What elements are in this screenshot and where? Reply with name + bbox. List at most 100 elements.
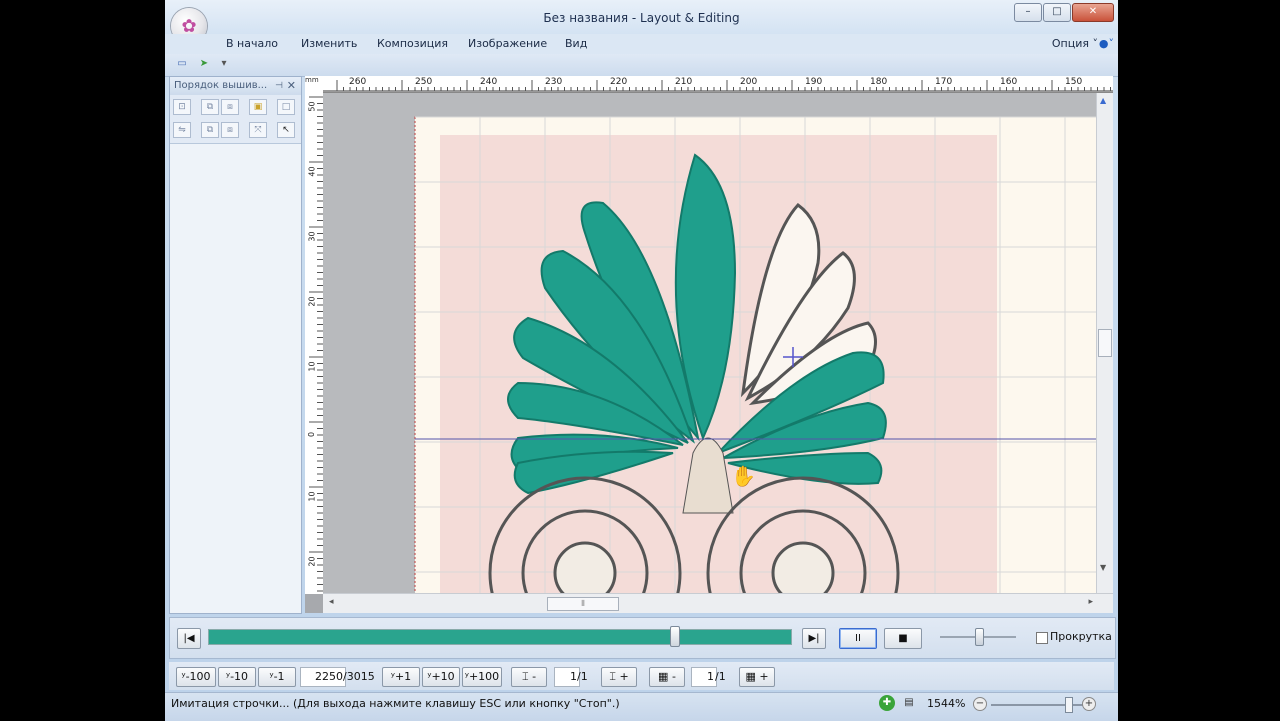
- arrow-icon[interactable]: ➤: [197, 58, 211, 70]
- scroll-thumb-horizontal[interactable]: ⦀: [547, 597, 619, 611]
- zoom-fit-icon[interactable]: ⊡: [173, 99, 191, 115]
- tab-edit[interactable]: Изменить: [301, 37, 357, 50]
- panel-toolbar: ⊡ ⧉ ⧈ ▣ □ ⇋ ⧉ ⧈ ⤧ ↖: [170, 95, 301, 144]
- grid-icon: ▦: [658, 670, 669, 683]
- zoom-out-icon[interactable]: −: [973, 697, 987, 711]
- window-icon[interactable]: ▭: [175, 58, 189, 70]
- frame-icon: ⌶: [609, 670, 616, 683]
- minimize-button[interactable]: –: [1014, 3, 1042, 22]
- ruler-top: 260 250 240 230 220 210 200 190 180 170 …: [323, 76, 1113, 93]
- step-plus-100-button[interactable]: ʸ+100: [462, 667, 502, 687]
- ruler-label: 240: [480, 77, 498, 87]
- step-toolbar: ʸ-100 ʸ-10 ʸ-1 2250 /3015 ʸ+1 ʸ+10 ʸ+100…: [169, 662, 1114, 690]
- quick-access-toolbar: ▭ ➤ ▾: [165, 54, 1118, 77]
- ruler-label: 210: [675, 77, 693, 87]
- embroidery-view[interactable]: ✋: [323, 93, 1097, 594]
- tab-image[interactable]: Изображение: [468, 37, 547, 50]
- block-prev-button[interactable]: ▦ -: [649, 667, 685, 687]
- hand-cursor-icon: ✋: [731, 464, 756, 488]
- option-menu[interactable]: Опция ˅: [1052, 37, 1098, 50]
- progress-track[interactable]: [208, 629, 792, 645]
- sort-icon[interactable]: ⇋: [173, 122, 191, 138]
- tab-home[interactable]: В начало: [226, 37, 278, 50]
- sewing-order-panel: Порядок вышив... ⊣ ✕ ⊡ ⧉ ⧈ ▣ □ ⇋ ⧉ ⧈ ⤧ ↖: [169, 76, 302, 614]
- zoom-slider-thumb[interactable]: [1065, 697, 1073, 713]
- help-icon[interactable]: ●˅: [1099, 37, 1114, 50]
- ruler-label: 260: [349, 77, 367, 87]
- maximize-button[interactable]: □: [1043, 3, 1071, 22]
- tab-layout[interactable]: Композиция: [377, 37, 448, 50]
- progress-fill: [209, 630, 675, 644]
- ruler-corner: mm: [305, 76, 324, 93]
- scroll-checkbox[interactable]: [1036, 632, 1048, 644]
- ruler-label: 160: [1000, 77, 1018, 87]
- stop-button[interactable]: ■: [884, 628, 922, 649]
- step-plus-10-button[interactable]: ʸ+10: [422, 667, 460, 687]
- vertical-scrollbar[interactable]: ▲ ▼: [1096, 93, 1113, 594]
- status-message: Имитация строчки... (Для выхода нажмите …: [171, 697, 620, 710]
- skip-end-icon: ▶|: [808, 633, 820, 644]
- go-to-start-button[interactable]: |◀: [177, 628, 201, 649]
- page-icon[interactable]: ▤: [901, 695, 917, 711]
- embroidery-design: ✋: [414, 116, 1097, 594]
- blank-icon[interactable]: □: [277, 99, 295, 115]
- scroll-right-icon[interactable]: ▸: [1088, 597, 1093, 607]
- ruler-label: 190: [805, 77, 823, 87]
- step-minus-100-button[interactable]: ʸ-100: [176, 667, 216, 687]
- select-arrow-icon[interactable]: ↖: [277, 122, 295, 138]
- color-prev-button[interactable]: ⌶ -: [511, 667, 547, 687]
- tab-view[interactable]: Вид: [565, 37, 587, 50]
- lock-icon[interactable]: ▣: [249, 99, 267, 115]
- speed-slider-thumb[interactable]: [975, 628, 984, 646]
- scroll-thumb[interactable]: [1098, 329, 1112, 357]
- ruler-label: 200: [740, 77, 758, 87]
- ruler-label: 30: [307, 231, 317, 242]
- frame-icon: ⌶: [521, 670, 529, 683]
- design-center-icon[interactable]: ✚: [879, 695, 895, 711]
- block-current-field[interactable]: 1: [691, 667, 717, 687]
- pause-icon: II: [855, 633, 861, 644]
- grid-icon: ▦: [745, 670, 756, 683]
- skip-start-icon: |◀: [183, 633, 195, 644]
- pause-button[interactable]: II: [839, 628, 877, 649]
- ruler-label: 20: [307, 556, 317, 567]
- step-minus-1-button[interactable]: ʸ-1: [258, 667, 296, 687]
- block-next-button[interactable]: ▦ +: [739, 667, 775, 687]
- close-button[interactable]: ✕: [1072, 3, 1114, 22]
- scroll-down-icon[interactable]: ▼: [1100, 563, 1106, 572]
- zoom-in-icon[interactable]: +: [1082, 697, 1096, 711]
- ruler-label: 220: [610, 77, 628, 87]
- stitch-total: /3015: [343, 670, 375, 683]
- ruler-label: 170: [935, 77, 953, 87]
- window-controls: – □ ✕: [1014, 3, 1114, 22]
- scroll-left-icon[interactable]: ◂: [329, 597, 334, 607]
- panel-header: Порядок вышив... ⊣ ✕: [170, 77, 301, 95]
- horizontal-scrollbar[interactable]: ◂ ⦀ ▸: [323, 593, 1113, 613]
- go-to-end-button[interactable]: ▶|: [802, 628, 826, 649]
- move-up-icon[interactable]: ⧉: [201, 122, 219, 138]
- ruler-label: 0: [307, 431, 317, 438]
- step-minus-10-button[interactable]: ʸ-10: [218, 667, 256, 687]
- link-icon[interactable]: ⤧: [249, 122, 267, 138]
- ruler-label: 20: [307, 296, 317, 307]
- app-window: ✿ Без названия - Layout & Editing – □ ✕ …: [165, 0, 1118, 721]
- ruler-label: 10: [307, 361, 317, 372]
- stitch-current-field[interactable]: 2250: [300, 667, 346, 687]
- progress-thumb[interactable]: [669, 626, 680, 647]
- window-title: Без названия - Layout & Editing: [543, 11, 740, 25]
- status-bar: Имитация строчки... (Для выхода нажмите …: [165, 692, 1118, 721]
- color-next-button[interactable]: ⌶ +: [601, 667, 637, 687]
- ruler-label: 250: [415, 77, 433, 87]
- chevron-down-icon[interactable]: ▾: [217, 58, 231, 70]
- block-total: /1: [715, 670, 726, 683]
- ungroup-icon[interactable]: ⧈: [221, 99, 239, 115]
- close-icon[interactable]: ✕: [287, 77, 296, 95]
- step-plus-1-button[interactable]: ʸ+1: [382, 667, 420, 687]
- ruler-label: 40: [307, 166, 317, 177]
- move-down-icon[interactable]: ⧈: [221, 122, 239, 138]
- ruler-label: 180: [870, 77, 888, 87]
- pin-icon[interactable]: ⊣: [275, 77, 283, 95]
- group-icon[interactable]: ⧉: [201, 99, 219, 115]
- scroll-up-icon[interactable]: ▲: [1100, 96, 1106, 105]
- ruler-label: 10: [307, 491, 317, 502]
